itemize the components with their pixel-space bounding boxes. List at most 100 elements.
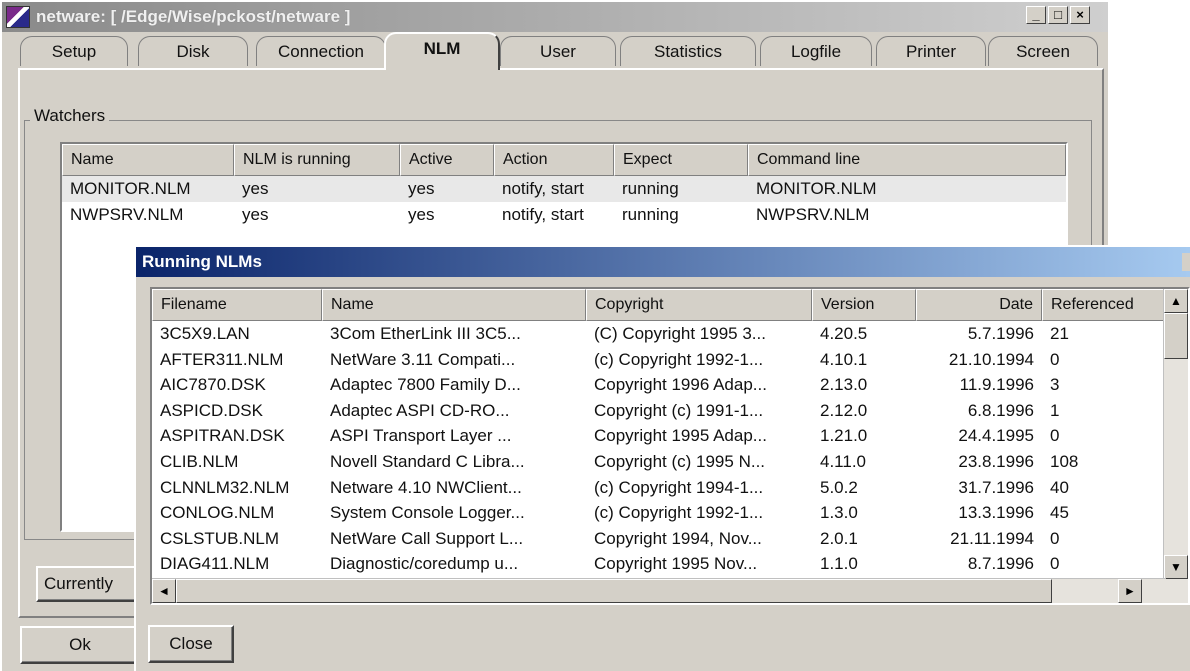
cell-version: 5.0.2 [820, 477, 858, 497]
column-header-command-line[interactable]: Command line [748, 144, 1066, 176]
cell-referenced: 21 [1050, 324, 1069, 343]
cell-name: 3Com EtherLink III 3C5... [330, 324, 521, 343]
cell-nlm-running: yes [242, 179, 269, 198]
cell-active: yes [408, 179, 435, 198]
scroll-right-icon[interactable]: ► [1118, 579, 1142, 603]
scroll-left-icon[interactable]: ◄ [152, 579, 176, 603]
cell-version: 2.12.0 [820, 400, 868, 420]
column-header-copyright[interactable]: Copyright [586, 289, 812, 321]
cell-version: 4.10.1 [820, 349, 868, 369]
table-row[interactable]: CSLSTUB.NLM NetWare Call Support L... Copy… [152, 526, 1188, 552]
tab-connection[interactable]: Connection [256, 36, 386, 66]
cell-name: System Console Logger... [330, 503, 525, 523]
scroll-down-icon[interactable]: ▼ [1164, 555, 1188, 579]
scroll-up-icon[interactable]: ▲ [1164, 289, 1188, 313]
cell-version: 2.0.1 [820, 528, 858, 548]
tab-logfile[interactable]: Logfile [760, 36, 872, 66]
cell-version: 1.21.0 [820, 426, 868, 446]
cell-copyright: Copyright 1995 Adap... [594, 426, 767, 446]
table-row[interactable]: NWPSRV.NLM yes yes notify, start running… [62, 202, 1066, 228]
cell-copyright: (c) Copyright 1992-1... [594, 503, 764, 523]
tab-printer[interactable]: Printer [876, 36, 986, 66]
cell-referenced: 45 [1050, 503, 1069, 523]
title-bar[interactable]: netware: [ /Edge/Wise/pckost/netware ] _… [2, 2, 1108, 32]
vertical-scroll-thumb[interactable] [1164, 313, 1188, 359]
cell-filename: CSLSTUB.NLM [160, 528, 280, 548]
cell-copyright: Copyright 1996 Adap... [594, 375, 767, 395]
table-row[interactable]: AFTER311.NLM NetWare 3.11 Compati... (c) C… [152, 347, 1188, 373]
close-button[interactable]: × [1070, 6, 1090, 24]
cell-expect: running [622, 205, 679, 224]
cell-referenced: 108 [1050, 451, 1079, 471]
column-header-referenced[interactable]: Referenced [1042, 289, 1164, 321]
running-nlms-list[interactable]: Filename Name Copyright Version Date Ref… [150, 287, 1190, 605]
minimize-button[interactable]: _ [1026, 6, 1046, 24]
table-row[interactable]: DIAG411.NLM Diagnostic/coredump u... Copyr… [152, 551, 1188, 577]
cell-date: 6.8.1996 [967, 400, 1034, 420]
table-row[interactable]: CLNNLM32.NLM Netware 4.10 NWClient... (c) … [152, 475, 1188, 501]
cell-date: 21.11.1994 [950, 528, 1034, 548]
maximize-button[interactable]: □ [1048, 6, 1068, 24]
table-row[interactable]: ASPICD.DSK Adaptec ASPI CD-RO... Copyright… [152, 398, 1188, 424]
cell-date: 11.9.1996 [959, 375, 1034, 395]
cell-command-line: NWPSRV.NLM [756, 205, 870, 224]
cell-name: Diagnostic/coredump u... [330, 554, 519, 574]
cell-copyright: (c) Copyright 1992-1... [594, 349, 764, 369]
cell-referenced: 3 [1050, 375, 1060, 395]
table-row[interactable]: CLIB.NLM Novell Standard C Libra... Copyri… [152, 449, 1188, 475]
cell-active: yes [408, 205, 435, 224]
cell-name: MONITOR.NLM [70, 179, 191, 198]
cell-copyright: Copyright (c) 1995 N... [594, 451, 766, 471]
cell-referenced: 0 [1050, 554, 1060, 574]
tab-disk[interactable]: Disk [138, 36, 248, 66]
horizontal-scroll-thumb[interactable] [176, 579, 1052, 603]
dialog-title: Running NLMs [142, 252, 262, 271]
cell-name: Netware 4.10 NWClient... [330, 477, 522, 497]
tab-statistics[interactable]: Statistics [620, 36, 756, 66]
column-header-filename[interactable]: Filename [152, 289, 322, 321]
tab-nlm[interactable]: NLM [384, 32, 500, 70]
column-header-name[interactable]: Name [62, 144, 234, 176]
table-row[interactable]: MONITOR.NLM yes yes notify, start runnin… [62, 176, 1066, 202]
table-row[interactable]: AIC7870.DSK Adaptec 7800 Family D... Copyr… [152, 372, 1188, 398]
cell-filename: DIAG411.NLM [160, 554, 270, 574]
cell-referenced: 0 [1050, 349, 1060, 369]
app-icon [6, 6, 30, 28]
tab-setup[interactable]: Setup [20, 36, 128, 66]
cell-filename: ASPICD.DSK [160, 400, 263, 420]
table-row[interactable]: CONLOG.NLM System Console Logger... (c) Co… [152, 500, 1188, 526]
horizontal-scrollbar[interactable]: ◄ ► [152, 578, 1166, 603]
ok-button[interactable]: Ok [20, 626, 140, 664]
column-header-active[interactable]: Active [400, 144, 494, 176]
close-dialog-button[interactable]: Close [148, 625, 234, 663]
column-header-version[interactable]: Version [812, 289, 916, 321]
cell-version: 1.1.0 [820, 554, 858, 574]
watchers-header: Name NLM is running Active Action Expect… [62, 144, 1066, 176]
tab-user[interactable]: User [500, 36, 616, 66]
watchers-group-label: Watchers [30, 106, 110, 126]
cell-version: 1.3.0 [820, 503, 858, 523]
column-header-nlm-running[interactable]: NLM is running [234, 144, 400, 176]
column-header-date[interactable]: Date [916, 289, 1042, 321]
cell-date: 31.7.1996 [958, 477, 1034, 497]
cell-copyright: Copyright 1995 Nov... [594, 554, 758, 574]
cell-filename: CONLOG.NLM [160, 503, 275, 523]
table-row[interactable]: ASPITRAN.DSK ASPI Transport Layer ... Copy… [152, 423, 1188, 449]
tab-strip: Setup Disk Connection NLM User Statistic… [20, 32, 1100, 70]
cell-version: 2.13.0 [820, 375, 868, 395]
column-header-action[interactable]: Action [494, 144, 614, 176]
table-row[interactable]: 3C5X9.LAN 3Com EtherLink III 3C5... (C) Co… [152, 321, 1188, 347]
cell-nlm-running: yes [242, 205, 269, 224]
cell-date: 24.4.1995 [958, 426, 1034, 446]
cell-filename: CLNNLM32.NLM [160, 477, 290, 497]
dialog-close-icon[interactable] [1182, 253, 1190, 271]
cell-version: 4.20.5 [820, 324, 868, 343]
tab-screen[interactable]: Screen [988, 36, 1098, 66]
vertical-scrollbar[interactable]: ▲ ▼ [1163, 289, 1188, 603]
cell-filename: CLIB.NLM [160, 451, 239, 471]
column-header-name[interactable]: Name [322, 289, 586, 321]
window-title: netware: [ /Edge/Wise/pckost/netware ] [36, 7, 351, 26]
column-header-expect[interactable]: Expect [614, 144, 748, 176]
cell-date: 21.10.1994 [948, 349, 1034, 369]
dialog-title-bar[interactable]: Running NLMs [136, 247, 1190, 277]
